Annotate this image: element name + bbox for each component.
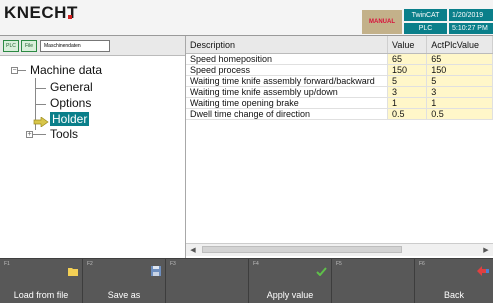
fkey-number: F5 — [336, 261, 342, 267]
row-actplcvalue: 150 — [426, 64, 493, 76]
header-bar: KNECHT MANUAL TwinCAT PLC 1/20/2019 5:10… — [0, 0, 493, 36]
tree-connector — [35, 104, 46, 105]
tree-connector — [35, 88, 46, 89]
table-row[interactable]: Waiting time opening brake 1 1 — [186, 97, 493, 109]
table-row[interactable]: Dwell time change of direction 0.5 0.5 — [186, 108, 493, 120]
row-description: Waiting time knife assembly up/down — [186, 86, 389, 98]
parameter-table-panel: Description Value ActPlcValue Speed home… — [186, 36, 493, 260]
row-value[interactable]: 65 — [387, 53, 428, 65]
fkey-number: F3 — [170, 261, 176, 267]
folder-icon — [68, 263, 78, 281]
scroll-left-icon[interactable]: ◀ — [188, 245, 198, 255]
col-description[interactable]: Description — [186, 36, 389, 54]
plc-button[interactable]: PLC — [3, 40, 19, 52]
tree-panel: PLC File Maschinendaten − Machine data G… — [0, 36, 186, 260]
time-display: 5:10:27 PM — [449, 23, 493, 34]
table-row[interactable]: Waiting time knife assembly forward/back… — [186, 75, 493, 87]
back-arrow-icon — [477, 263, 489, 281]
f1-load-from-file-button[interactable]: F1 Load from file — [0, 259, 83, 303]
fkey-label: Apply value — [266, 290, 314, 300]
row-value[interactable]: 1 — [387, 97, 428, 109]
logo-red-dot — [68, 15, 72, 19]
table-row[interactable]: Speed process 150 150 — [186, 64, 493, 76]
collapse-toggle[interactable]: − — [11, 67, 18, 74]
save-disk-icon — [151, 263, 161, 281]
knecht-logo: KNECHT — [4, 3, 78, 22]
table-header: Description Value ActPlcValue — [186, 36, 493, 54]
tree-node-options[interactable]: Options — [50, 96, 91, 110]
function-key-bar: F1 Load from file F2 Save as F3 F4 Apply… — [0, 258, 493, 303]
f4-apply-value-button[interactable]: F4 Apply value — [249, 259, 332, 303]
row-value[interactable]: 150 — [387, 64, 428, 76]
row-description: Speed process — [186, 64, 389, 76]
row-actplcvalue: 1 — [426, 97, 493, 109]
checkmark-icon — [316, 263, 327, 281]
tree-node-machine-data[interactable]: Machine data — [30, 63, 102, 77]
tree-node-tools[interactable]: Tools — [50, 127, 78, 141]
row-value[interactable]: 0.5 — [387, 108, 428, 120]
fkey-number: F4 — [253, 261, 259, 267]
tree-connector — [18, 70, 26, 71]
row-value[interactable]: 3 — [387, 86, 428, 98]
fkey-number: F1 — [4, 261, 10, 267]
f5-empty-button[interactable]: F5 — [332, 259, 415, 303]
row-description: Waiting time knife assembly forward/back… — [186, 75, 389, 87]
horizontal-scrollbar[interactable]: ◀ ▶ — [186, 243, 493, 256]
tree-node-holder[interactable]: Holder — [50, 112, 90, 126]
mode-indicator: MANUAL — [362, 10, 402, 34]
dataset-title: Maschinendaten — [40, 40, 110, 52]
fkey-number: F2 — [87, 261, 93, 267]
file-button[interactable]: File — [21, 40, 37, 52]
expand-toggle[interactable]: + — [26, 131, 33, 138]
row-description: Waiting time opening brake — [186, 97, 389, 109]
row-actplcvalue: 5 — [426, 75, 493, 87]
fkey-number: F6 — [419, 261, 425, 267]
row-description: Speed homeposition — [186, 53, 389, 65]
plc-status: PLC — [404, 23, 447, 34]
machine-data-tree: − Machine data General Options Holder + … — [0, 56, 185, 260]
row-actplcvalue: 3 — [426, 86, 493, 98]
parameter-table: Description Value ActPlcValue Speed home… — [186, 36, 493, 120]
tree-node-general[interactable]: General — [50, 80, 93, 94]
row-actplcvalue: 65 — [426, 53, 493, 65]
col-actplcvalue[interactable]: ActPlcValue — [426, 36, 493, 54]
table-row[interactable]: Waiting time knife assembly up/down 3 3 — [186, 86, 493, 98]
fkey-label: Save as — [107, 290, 141, 300]
row-value[interactable]: 5 — [387, 75, 428, 87]
table-row[interactable]: Speed homeposition 65 65 — [186, 53, 493, 65]
twincat-status: TwinCAT — [404, 9, 447, 21]
fkey-label: Back — [443, 290, 464, 300]
scroll-right-icon[interactable]: ▶ — [481, 245, 491, 255]
row-description: Dwell time change of direction — [186, 108, 389, 120]
fkey-label: Load from file — [13, 290, 69, 300]
arrow-icon — [33, 114, 49, 132]
tree-connector — [33, 134, 46, 135]
f6-back-button[interactable]: F6 Back — [415, 259, 493, 303]
f2-save-as-button[interactable]: F2 Save as — [83, 259, 166, 303]
col-value[interactable]: Value — [387, 36, 428, 54]
scroll-thumb[interactable] — [202, 246, 402, 253]
date-display: 1/20/2019 — [449, 9, 493, 21]
f3-empty-button[interactable]: F3 — [166, 259, 249, 303]
row-actplcvalue: 0.5 — [426, 108, 493, 120]
tree-toolbar: PLC File Maschinendaten — [0, 36, 185, 56]
